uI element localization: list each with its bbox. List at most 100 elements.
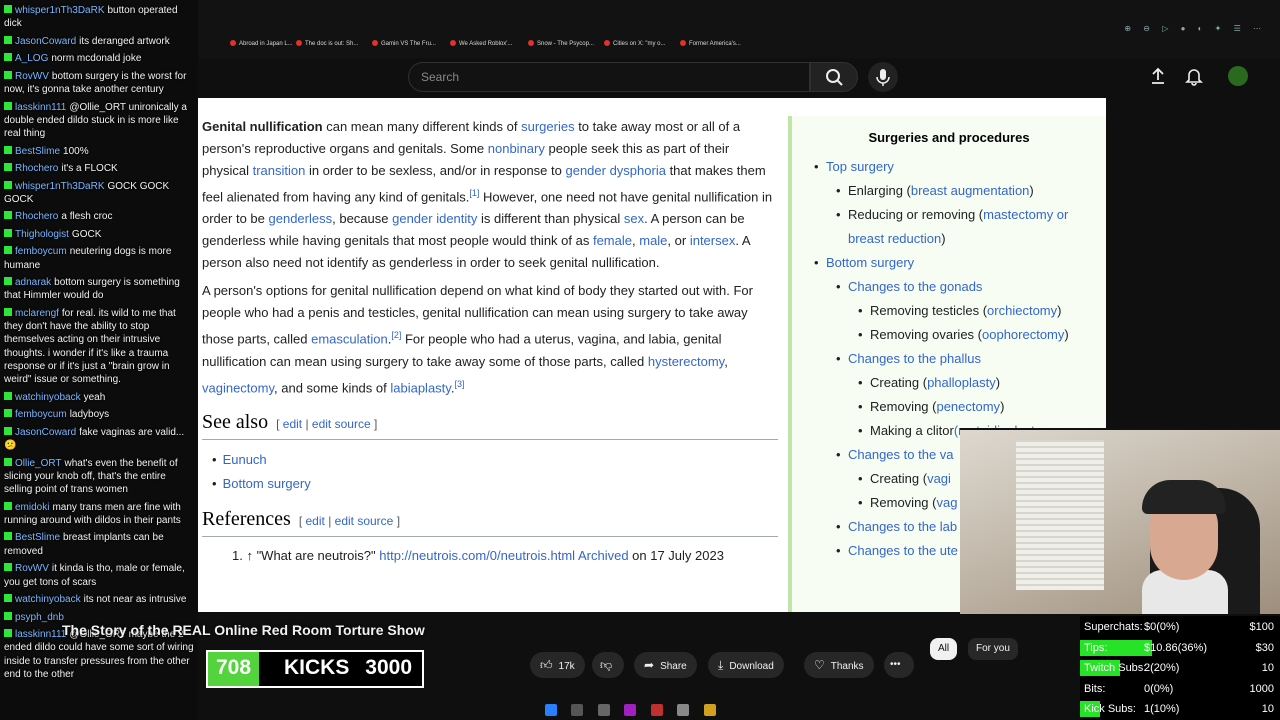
like-button[interactable]: 👍︎ 17k xyxy=(530,652,585,678)
reference-url-link[interactable]: http://neutrois.com/0/neutrois.html xyxy=(379,548,575,563)
search-input[interactable]: Search xyxy=(408,62,810,92)
thanks-button[interactable]: ♡ Thanks xyxy=(804,652,874,678)
chat-username[interactable]: mclarengf xyxy=(15,308,59,319)
link-vaginectomy[interactable]: vaginectomy xyxy=(202,380,274,395)
link-intersex[interactable]: intersex xyxy=(690,233,736,248)
kick-badge-icon xyxy=(4,391,12,400)
link-hysterectomy[interactable]: hysterectomy xyxy=(648,354,724,369)
chat-username[interactable]: Rhochero xyxy=(15,211,58,222)
chat-username[interactable]: watchinyoback xyxy=(15,594,81,605)
chat-username[interactable]: watchinyoback xyxy=(15,392,81,403)
browser-tab[interactable]: Abroad in Japan L... xyxy=(230,40,293,52)
download-button[interactable]: ⤓ Download xyxy=(708,652,784,678)
navbox-link[interactable]: Top surgery xyxy=(826,159,894,174)
browser-tab[interactable]: Cities on X: "my o... xyxy=(604,40,665,52)
navbox-link[interactable]: penectomy xyxy=(936,399,1000,414)
edit-link[interactable]: edit xyxy=(306,514,325,528)
chat-username[interactable]: femboycum xyxy=(15,246,67,257)
navbox-link[interactable]: oophorectomy xyxy=(982,327,1064,342)
citation-1[interactable]: [1] xyxy=(469,188,479,198)
upload-icon[interactable] xyxy=(1148,66,1168,86)
stat-value: 2(20%) xyxy=(1144,662,1180,674)
link-female[interactable]: female xyxy=(593,233,632,248)
chat-username[interactable]: Rhochero xyxy=(15,163,58,174)
chat-username[interactable]: femboycum xyxy=(15,409,67,420)
more-actions-button[interactable]: ••• xyxy=(884,652,914,678)
chat-message: RovWV bottom surgery is the worst for now… xyxy=(4,70,194,97)
navbox-link[interactable]: Changes to the ute xyxy=(848,543,958,558)
navbox-link[interactable]: Changes to the gonads xyxy=(848,279,982,294)
browser-tab[interactable]: We Asked Roblox'... xyxy=(450,40,512,52)
link-sex[interactable]: sex xyxy=(624,211,644,226)
avatar[interactable] xyxy=(1228,66,1248,86)
folder-icon[interactable] xyxy=(703,704,716,716)
citation-3[interactable]: [3] xyxy=(454,379,464,389)
app-icon[interactable] xyxy=(650,704,663,716)
chat-username[interactable]: RovWV xyxy=(15,563,49,574)
navbox-link[interactable]: Changes to the va xyxy=(848,447,954,462)
chat-username[interactable]: emidoki xyxy=(15,502,49,513)
edit-source-link[interactable]: edit source xyxy=(312,417,371,431)
app-icon[interactable] xyxy=(624,704,637,716)
chat-username[interactable]: whisper1nTh3DaRK xyxy=(15,181,105,192)
navbox-link[interactable]: phalloplasty xyxy=(927,375,996,390)
link-surgeries[interactable]: surgeries xyxy=(521,119,574,134)
navbox-link[interactable]: breast augmentation xyxy=(911,183,1030,198)
chat-username[interactable]: Ollie_ORT xyxy=(15,458,62,469)
chat-username[interactable]: BestSlime xyxy=(15,532,60,543)
chat-username[interactable]: JasonCoward xyxy=(15,427,76,438)
article-body: Genital nullification can mean many diff… xyxy=(202,116,778,567)
browser-tab[interactable]: The doc is out: Sh... xyxy=(296,40,358,52)
browser-toolbar-icons[interactable]: ⊕ ⊖ ▷ ● ◐ ✦ ☰ ⋯ xyxy=(1124,24,1266,33)
edit-link[interactable]: edit xyxy=(283,417,302,431)
kick-badge-icon xyxy=(4,457,12,466)
share-button[interactable]: ➦ Share xyxy=(634,652,697,678)
chat-username[interactable]: Thighologist xyxy=(15,229,69,240)
navbox-link[interactable]: Changes to the lab xyxy=(848,519,957,534)
search-button[interactable] xyxy=(810,62,858,92)
chat-username[interactable]: lasskinn111 xyxy=(15,102,66,113)
kick-badge-icon xyxy=(4,426,12,435)
browser-tab[interactable]: Gamin VS The Fru... xyxy=(372,40,436,52)
chat-message: lasskinn111 @Ollie_ORT unironically a dou… xyxy=(4,101,194,141)
link-gender-dysphoria[interactable]: gender dysphoria xyxy=(565,163,665,178)
stat-goal: 10 xyxy=(1261,662,1274,674)
link-male[interactable]: male xyxy=(639,233,667,248)
navbox-link[interactable]: Changes to the phallus xyxy=(848,351,981,366)
chat-username[interactable]: lasskinn111 xyxy=(15,629,66,640)
browser-tab[interactable]: Former America's... xyxy=(680,40,741,52)
link-nonbinary[interactable]: nonbinary xyxy=(488,141,545,156)
link-eunuch[interactable]: Eunuch xyxy=(223,452,267,467)
edit-source-link[interactable]: edit source xyxy=(335,514,394,528)
navbox-link[interactable]: Bottom surgery xyxy=(826,255,914,270)
chat-username[interactable]: BestSlime xyxy=(15,146,60,157)
chat-username[interactable]: A_LOG xyxy=(15,53,48,64)
chrome-icon[interactable] xyxy=(677,704,690,716)
link-bottom-surgery[interactable]: Bottom surgery xyxy=(223,476,311,491)
citation-2[interactable]: [2] xyxy=(391,330,401,340)
task-view-icon[interactable] xyxy=(597,704,610,716)
navbox-link[interactable]: orchiectomy xyxy=(987,303,1057,318)
windows-start-icon[interactable] xyxy=(545,704,557,716)
link-genderless[interactable]: genderless xyxy=(269,211,333,226)
chat-username[interactable]: RovWV xyxy=(15,71,49,82)
chat-username[interactable]: whisper1nTh3DaRK xyxy=(15,5,105,16)
kick-badge-icon xyxy=(4,35,12,44)
archived-link[interactable]: Archived xyxy=(578,548,629,563)
link-transition[interactable]: transition xyxy=(253,163,306,178)
chat-username[interactable]: psyph_dnb xyxy=(15,612,64,623)
dislike-button[interactable]: 👎︎ xyxy=(592,652,624,678)
bell-icon[interactable] xyxy=(1184,66,1204,86)
link-labiaplasty[interactable]: labiaplasty xyxy=(390,380,450,395)
chat-username[interactable]: JasonCoward xyxy=(15,36,76,47)
link-gender-identity[interactable]: gender identity xyxy=(392,211,477,226)
navbox-link[interactable]: vag xyxy=(936,495,957,510)
link-emasculation[interactable]: emasculation xyxy=(311,332,388,347)
search-icon[interactable] xyxy=(571,704,584,716)
browser-tab[interactable]: Snow - The Psycop... xyxy=(528,40,594,52)
chip-all[interactable]: All xyxy=(930,638,958,660)
chip-for-you[interactable]: For you xyxy=(968,638,1018,660)
navbox-link[interactable]: vagi xyxy=(927,471,951,486)
chat-username[interactable]: adnarak xyxy=(15,277,51,288)
mic-button[interactable] xyxy=(868,62,898,92)
